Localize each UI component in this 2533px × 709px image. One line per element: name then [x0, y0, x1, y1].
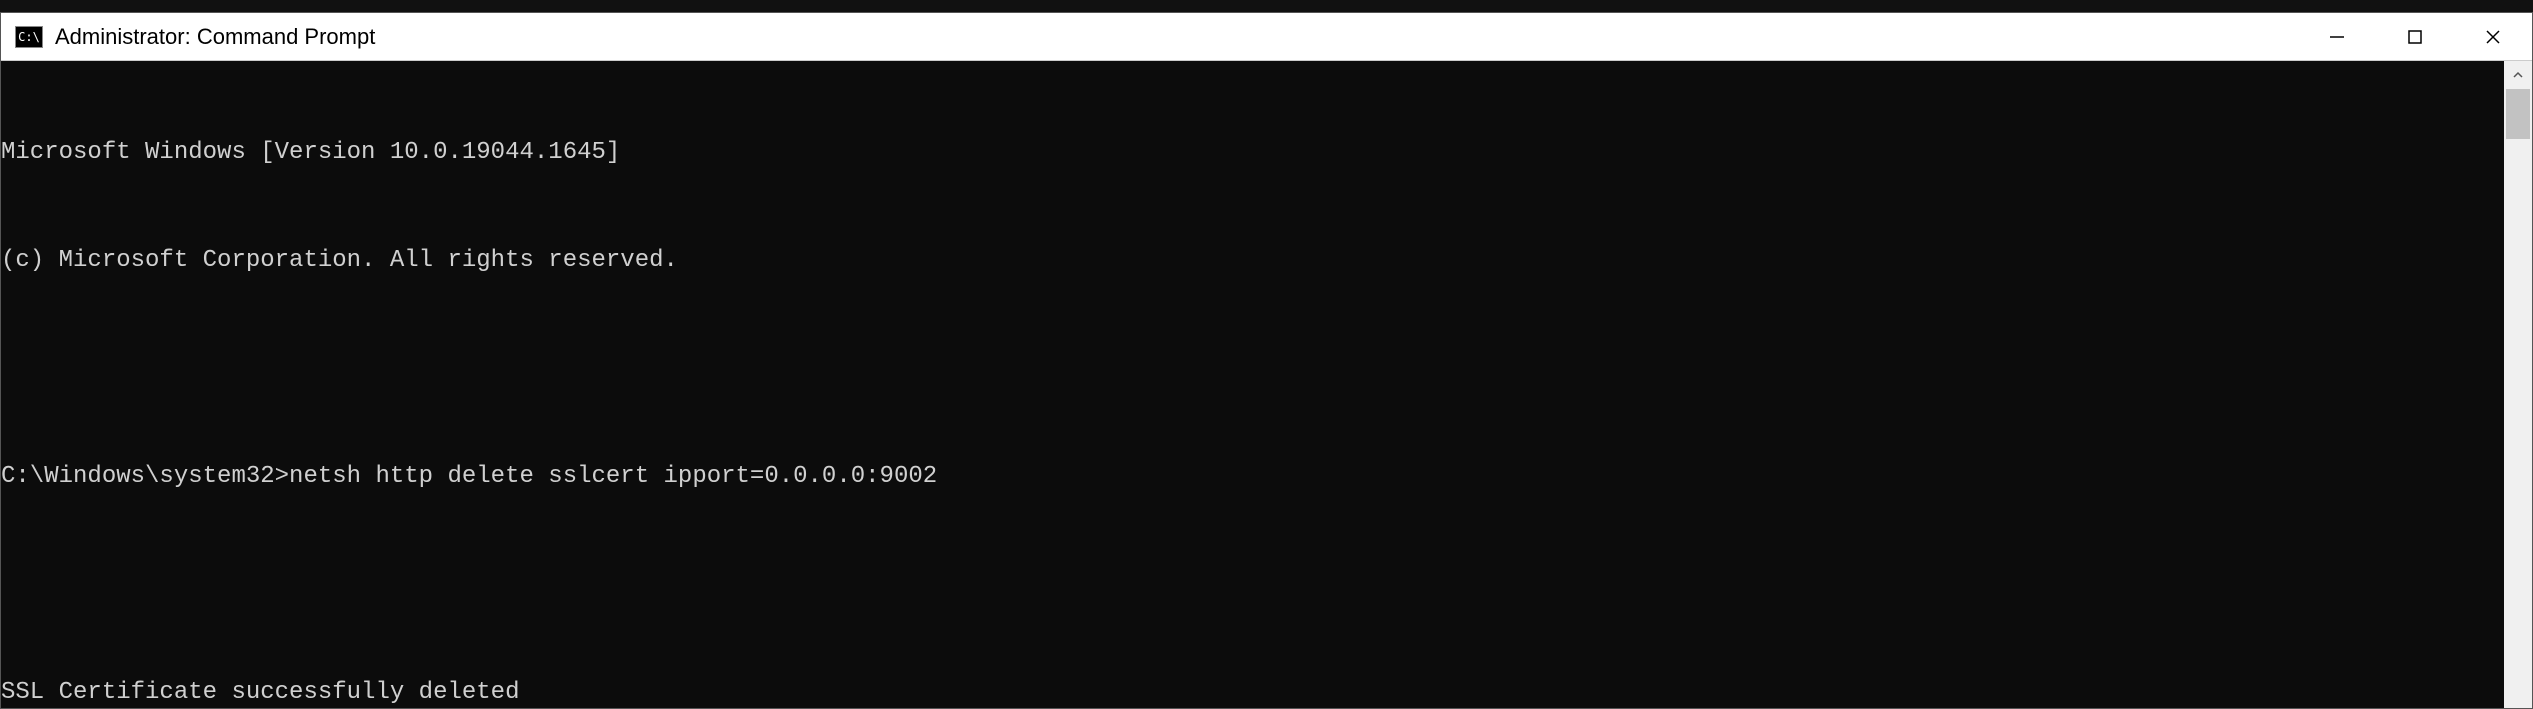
scroll-track[interactable] — [2504, 89, 2532, 708]
titlebar[interactable]: C:\ Administrator: Command Prompt — [1, 13, 2532, 61]
scroll-up-icon[interactable] — [2504, 61, 2532, 89]
terminal-line: (c) Microsoft Corporation. All rights re… — [1, 243, 2504, 279]
maximize-button[interactable] — [2376, 13, 2454, 60]
window-title: Administrator: Command Prompt — [55, 24, 2298, 50]
terminal-line — [1, 567, 2504, 603]
command-prompt-window: C:\ Administrator: Command Prompt Micros… — [0, 12, 2533, 709]
terminal-line: Microsoft Windows [Version 10.0.19044.16… — [1, 135, 2504, 171]
cmd-icon: C:\ — [15, 26, 43, 48]
terminal-line: SSL Certificate successfully deleted — [1, 675, 2504, 708]
close-button[interactable] — [2454, 13, 2532, 60]
terminal-output[interactable]: Microsoft Windows [Version 10.0.19044.16… — [1, 61, 2504, 708]
background-bar — [0, 0, 2533, 12]
window-controls — [2298, 13, 2532, 60]
maximize-icon — [2405, 27, 2425, 47]
scroll-thumb[interactable] — [2506, 89, 2530, 139]
terminal-line — [1, 351, 2504, 387]
minimize-button[interactable] — [2298, 13, 2376, 60]
vertical-scrollbar[interactable] — [2504, 61, 2532, 708]
client-area: Microsoft Windows [Version 10.0.19044.16… — [1, 61, 2532, 708]
minimize-icon — [2327, 27, 2347, 47]
terminal-line: C:\Windows\system32>netsh http delete ss… — [1, 459, 2504, 495]
close-icon — [2483, 27, 2503, 47]
